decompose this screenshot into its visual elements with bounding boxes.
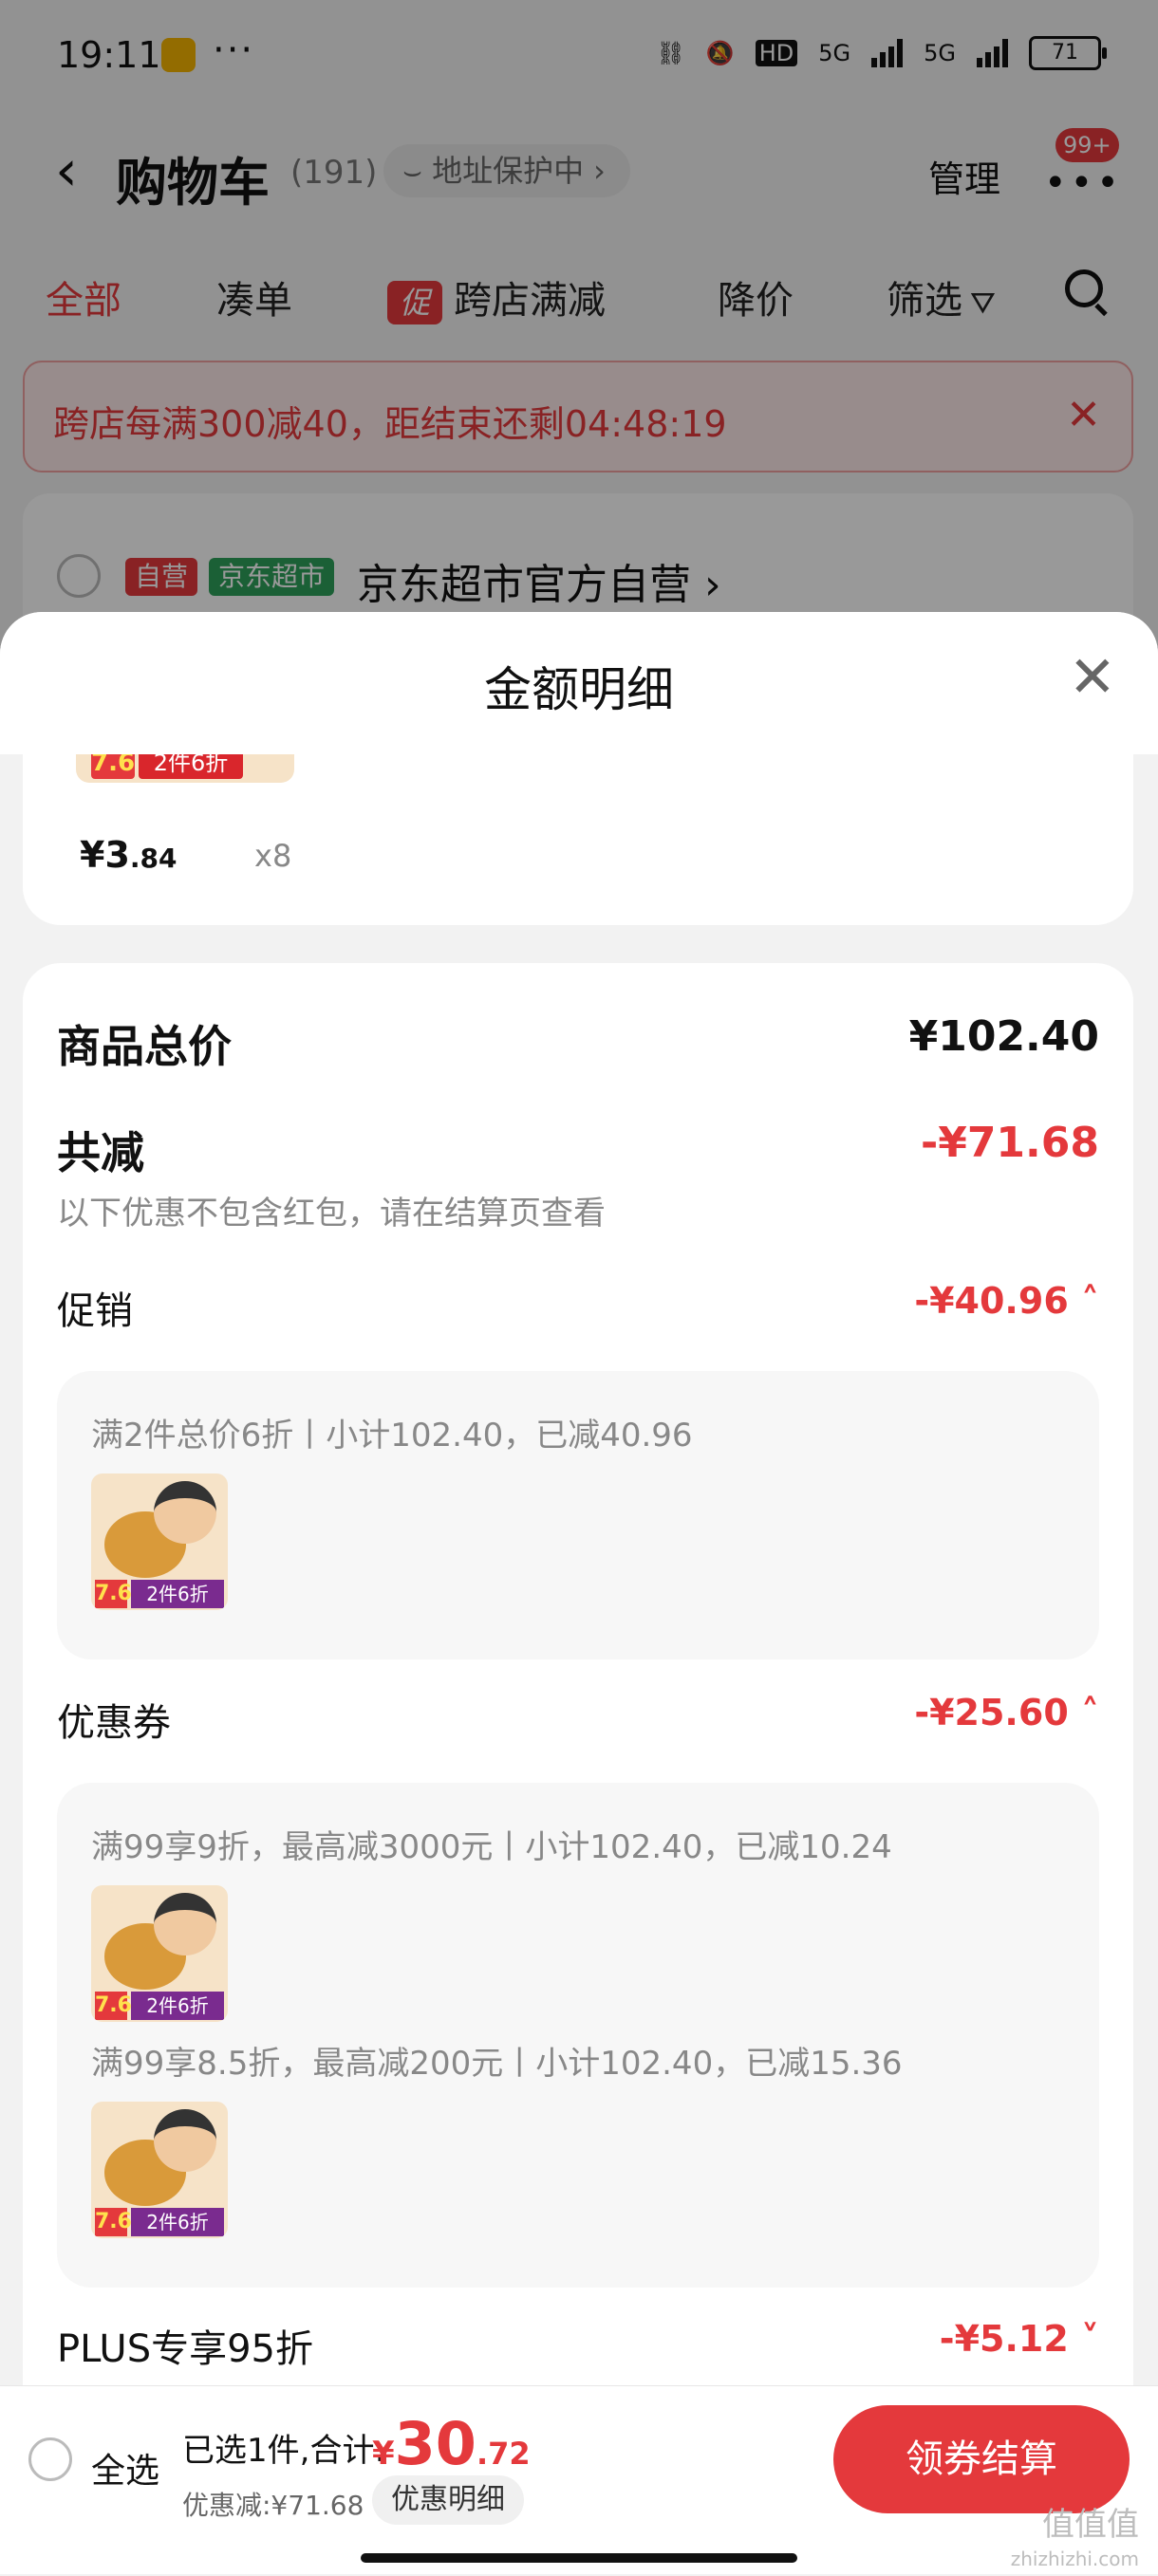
home-indicator[interactable]: [361, 2553, 797, 2563]
dim-overlay[interactable]: [0, 0, 1158, 664]
item-price-symbol: ¥: [80, 834, 105, 876]
watermark-url: zhizhizhi.com: [1010, 2548, 1139, 2570]
sheet-header: 金额明细 ✕: [0, 612, 1158, 754]
thumb-discount-tag: 2件6折: [131, 1580, 224, 1608]
total-symbol: ¥: [372, 2435, 395, 2473]
product-thumbnail: 7.6 2件6折: [91, 1885, 228, 2022]
reduce-note: 以下优惠不包含红包，请在结算页查看: [57, 1195, 606, 1232]
reduce-label: 共减: [57, 1127, 144, 1178]
coupon-label: 优惠券: [57, 1701, 171, 1745]
coupon-line-1: 满99享9折，最高减3000元丨小计102.40，已减10.24: [91, 1828, 892, 1866]
discount-total: 优惠减:¥71.68: [182, 2490, 364, 2521]
thumb-price-tag: 7.6: [95, 1580, 132, 1608]
detail-card: 商品总价 ¥102.40 共减 -¥71.68 以下优惠不包含红包，请在结算页查…: [23, 963, 1133, 2386]
promotion-amount: -¥40.96: [914, 1280, 1069, 1322]
selected-total: ¥30.72: [372, 2409, 531, 2478]
coupon-value[interactable]: -¥25.60 ˄: [914, 1692, 1099, 1733]
product-thumbnail: 7.6 2件6折: [76, 754, 294, 783]
thumb-discount-tag: 2件6折: [139, 754, 243, 779]
checkout-button[interactable]: 领券结算: [833, 2405, 1130, 2513]
mascot: [154, 1893, 216, 1955]
plus-label: PLUS专享95折: [57, 2327, 313, 2371]
total-label: 商品总价: [57, 1021, 232, 1072]
promotion-value[interactable]: -¥40.96 ˄: [914, 1280, 1099, 1322]
promotion-label: 促销: [57, 1289, 133, 1333]
item-quantity: x8: [254, 838, 292, 874]
total-dec: .72: [476, 2436, 531, 2472]
plus-amount: -¥5.12: [939, 2318, 1069, 2360]
thumb-price-tag: 7.6: [95, 1992, 132, 2020]
thumb-price-tag: 7.6: [91, 754, 135, 779]
reduce-value: -¥71.68: [920, 1119, 1099, 1167]
item-card: 7.6 2件6折 ¥3.84 x8: [23, 754, 1133, 925]
promotion-box: 满2件总价6折丨小计102.40，已减40.96 7.6 2件6折: [57, 1371, 1099, 1659]
thumb-discount-tag: 2件6折: [131, 2208, 224, 2236]
watermark-logo: 值值值 zhizhizhi.com: [1011, 2508, 1139, 2576]
product-thumbnail: 7.6 2件6折: [91, 1473, 228, 1610]
sheet-title: 金额明细: [484, 662, 674, 717]
chevron-down-icon: ˅: [1081, 2318, 1099, 2360]
thumb-price-tag: 7.6: [95, 2208, 132, 2236]
select-all-label[interactable]: 全选: [91, 2443, 159, 2493]
thumb-discount-tag: 2件6折: [131, 1992, 224, 2020]
coupon-line-2: 满99享8.5折，最高减200元丨小计102.40，已减15.36: [91, 2045, 903, 2083]
product-thumbnail: 7.6 2件6折: [91, 2102, 228, 2238]
chevron-up-icon: ˄: [1081, 1280, 1099, 1322]
item-price-int: 3: [104, 834, 130, 876]
amount-detail-sheet: 金额明细 ✕ 7.6 2件6折 ¥3.84 x8 商品总价 ¥102.40 共减…: [0, 612, 1158, 2386]
promotion-line: 满2件总价6折丨小计102.40，已减40.96: [91, 1417, 693, 1455]
select-all-checkbox[interactable]: [28, 2437, 72, 2481]
item-price: ¥3.84: [80, 834, 177, 876]
total-int: 30: [394, 2409, 476, 2478]
selected-count: 已选1件,合计:: [182, 2432, 385, 2470]
discount-detail-button[interactable]: 优惠明细: [372, 2475, 524, 2525]
close-icon[interactable]: ✕: [1069, 644, 1116, 711]
total-value: ¥102.40: [908, 1012, 1099, 1061]
chevron-up-icon: ˄: [1081, 1692, 1099, 1733]
watermark-text: 值值值: [1042, 2506, 1139, 2544]
checkout-bar: 全选 已选1件,合计: ¥30.72 优惠减:¥71.68 优惠明细 领券结算 …: [0, 2385, 1158, 2574]
mascot: [154, 1481, 216, 1544]
coupon-amount: -¥25.60: [914, 1692, 1069, 1733]
mascot: [154, 2109, 216, 2172]
plus-value[interactable]: -¥5.12 ˅: [940, 2318, 1099, 2360]
item-price-dec: .84: [129, 843, 177, 874]
coupon-box: 满99享9折，最高减3000元丨小计102.40，已减10.24 7.6 2件6…: [57, 1783, 1099, 2288]
